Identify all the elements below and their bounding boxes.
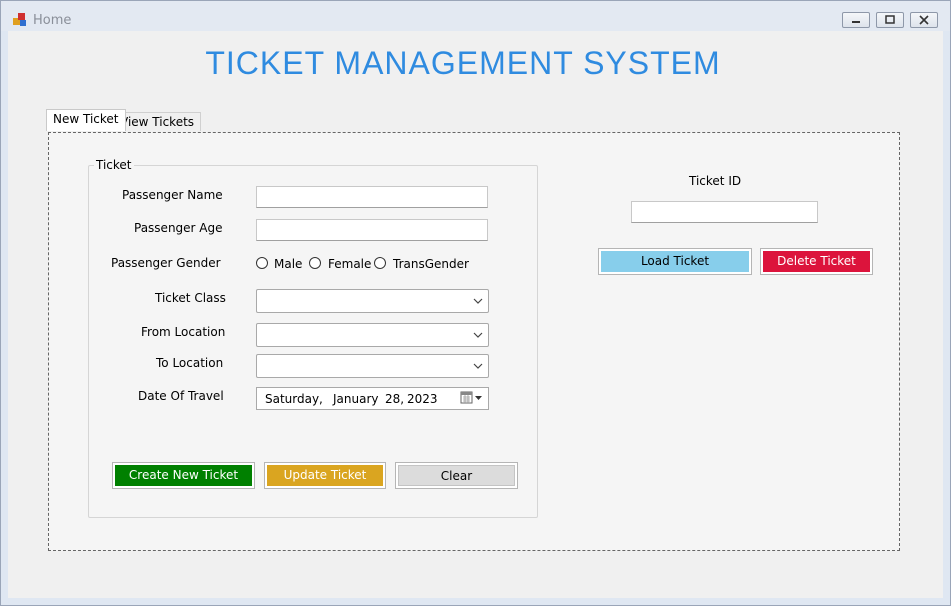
page-title: TICKET MANAGEMENT SYSTEM — [205, 45, 721, 81]
passenger-name-input[interactable] — [256, 186, 488, 208]
chevron-down-icon — [473, 363, 483, 369]
male-radio[interactable] — [256, 257, 268, 269]
date-separator: , — [319, 392, 323, 406]
client-area: TICKET MANAGEMENT SYSTEM New Ticket View… — [8, 31, 943, 598]
date-month[interactable]: January — [333, 392, 379, 406]
passenger-age-input[interactable] — [256, 219, 488, 241]
update-ticket-button[interactable]: Update Ticket — [264, 462, 386, 489]
minimize-icon — [852, 21, 860, 23]
male-radio-label[interactable]: Male — [274, 257, 302, 271]
close-icon — [919, 15, 929, 25]
delete-ticket-button[interactable]: Delete Ticket — [760, 248, 873, 275]
window-title: Home — [33, 13, 72, 28]
delete-ticket-label: Delete Ticket — [763, 251, 870, 272]
load-ticket-button[interactable]: Load Ticket — [598, 248, 752, 275]
ticket-class-label: Ticket Class — [155, 291, 226, 305]
date-day-name[interactable]: Saturday — [265, 392, 319, 406]
calendar-icon[interactable] — [460, 391, 484, 405]
restore-icon — [885, 15, 895, 24]
ticket-class-select[interactable] — [256, 289, 489, 313]
from-location-label: From Location — [141, 325, 226, 339]
date-year[interactable]: 2023 — [407, 392, 438, 406]
ticket-id-input[interactable] — [631, 201, 818, 223]
clear-button[interactable]: Clear — [395, 462, 518, 489]
transgender-radio-label[interactable]: TransGender — [393, 257, 469, 271]
app-window: Home TICKET MANAGEMENT SYSTEM New Ticket… — [0, 0, 951, 606]
clear-label: Clear — [398, 465, 515, 486]
close-button[interactable] — [910, 12, 938, 28]
tab-new-ticket[interactable]: New Ticket — [46, 109, 126, 131]
chevron-down-icon — [473, 298, 483, 304]
create-new-ticket-button[interactable]: Create New Ticket — [112, 462, 255, 489]
from-location-select[interactable] — [256, 323, 489, 347]
to-location-label: To Location — [156, 356, 224, 370]
date-of-travel-label: Date Of Travel — [138, 389, 224, 403]
update-ticket-label: Update Ticket — [267, 465, 383, 486]
to-location-select[interactable] — [256, 354, 489, 378]
chevron-down-icon — [473, 332, 483, 338]
minimize-button[interactable] — [842, 12, 870, 28]
ticket-id-label: Ticket ID — [689, 174, 742, 188]
passenger-name-label: Passenger Name — [122, 188, 223, 202]
passenger-age-label: Passenger Age — [134, 221, 223, 235]
create-new-ticket-label: Create New Ticket — [115, 465, 252, 486]
date-of-travel-picker[interactable]: Saturday , January 28, 2023 — [256, 387, 489, 410]
female-radio[interactable] — [309, 257, 321, 269]
load-ticket-label: Load Ticket — [601, 251, 749, 272]
title-bar[interactable]: Home — [1, 1, 950, 31]
date-day[interactable]: 28, — [385, 392, 404, 406]
tab-view-tickets[interactable]: View Tickets — [113, 112, 202, 131]
restore-button[interactable] — [876, 12, 904, 28]
app-icon — [13, 13, 26, 26]
female-radio-label[interactable]: Female — [328, 257, 371, 271]
transgender-radio[interactable] — [374, 257, 386, 269]
passenger-gender-label: Passenger Gender — [111, 256, 221, 270]
ticket-groupbox-label: Ticket — [94, 158, 134, 172]
